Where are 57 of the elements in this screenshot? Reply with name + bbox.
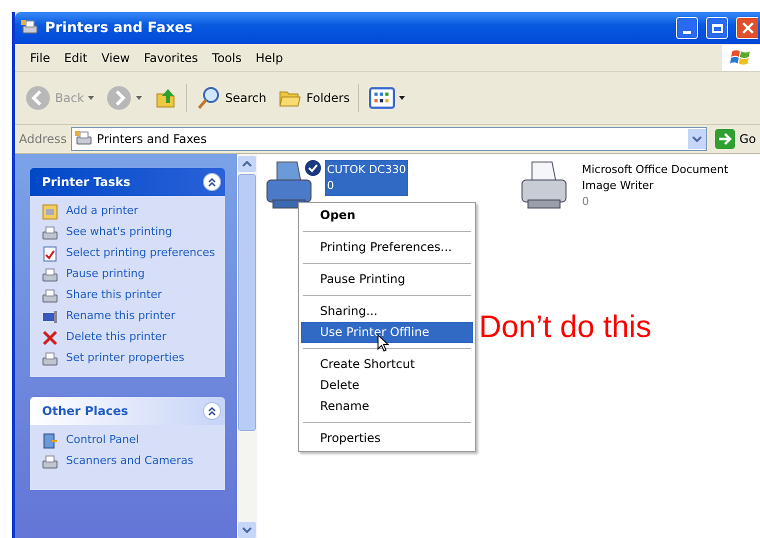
close-button[interactable] bbox=[736, 17, 758, 39]
collapse-icon[interactable] bbox=[207, 177, 217, 187]
scroll-up-icon[interactable] bbox=[242, 161, 252, 167]
folders-button[interactable]: Folders bbox=[274, 84, 359, 112]
flag-logo-icon bbox=[722, 44, 760, 70]
menu-item[interactable]: Favorites bbox=[136, 48, 206, 66]
task-link[interactable]: Scanners and Cameras bbox=[66, 454, 216, 468]
minimize-button[interactable] bbox=[676, 17, 698, 39]
panel-header[interactable]: Other Places bbox=[30, 397, 225, 425]
go-button[interactable]: Go bbox=[711, 129, 760, 149]
annotation-text: Don’t do this bbox=[479, 309, 652, 345]
task-link[interactable]: Delete this printer bbox=[66, 330, 216, 344]
menu-item[interactable]: View bbox=[94, 48, 137, 66]
task-link[interactable]: Select printing preferences bbox=[66, 246, 216, 260]
menu-item[interactable]: Create Shortcut bbox=[301, 354, 473, 375]
maximize-button[interactable] bbox=[706, 17, 728, 39]
menu-item[interactable]: Pause Printing bbox=[301, 269, 473, 290]
menu-item[interactable]: Delete bbox=[301, 375, 473, 396]
task-link[interactable]: Control Panel bbox=[66, 433, 216, 447]
printer-label[interactable]: CUTOK DC330 0 bbox=[325, 160, 408, 196]
pointer-cursor-icon bbox=[377, 334, 389, 352]
task-link[interactable]: Share this printer bbox=[66, 288, 216, 302]
menu-item[interactable]: Sharing... bbox=[301, 301, 473, 322]
printer-icon bbox=[74, 131, 93, 147]
views-icon bbox=[368, 87, 395, 109]
task-link[interactable]: Set printer properties bbox=[66, 351, 216, 365]
printer-icon bbox=[21, 20, 39, 36]
address-label: Address bbox=[19, 132, 67, 146]
menu-item[interactable]: Properties bbox=[301, 428, 473, 449]
task-link[interactable]: Pause printing bbox=[66, 267, 216, 281]
window-title: Printers and Faxes bbox=[45, 20, 193, 36]
task-link[interactable]: Rename this printer bbox=[66, 309, 216, 323]
task-link[interactable]: Add a printer bbox=[66, 204, 216, 218]
control-panel-icon bbox=[42, 433, 58, 449]
menu-item[interactable]: Edit bbox=[57, 48, 94, 66]
menu-item[interactable]: File bbox=[23, 48, 58, 66]
caret-icon bbox=[398, 96, 405, 100]
rename-icon bbox=[42, 309, 58, 325]
caret-icon bbox=[88, 96, 94, 100]
menu-item[interactable]: Rename bbox=[301, 396, 473, 417]
address-field[interactable]: Printers and Faxes bbox=[70, 127, 708, 151]
search-icon bbox=[197, 86, 222, 110]
menu-item[interactable]: Printing Preferences... bbox=[301, 237, 473, 258]
search-button[interactable]: Search bbox=[193, 84, 270, 112]
printer-label[interactable]: Microsoft Office Document Image Writer 0 bbox=[580, 160, 760, 212]
collapse-icon[interactable] bbox=[207, 406, 217, 416]
menu-item[interactable]: Tools bbox=[205, 48, 249, 66]
task-link[interactable]: See what's printing bbox=[66, 225, 216, 239]
caret-icon bbox=[136, 96, 142, 100]
delete-icon bbox=[42, 330, 58, 346]
prefs-icon bbox=[42, 246, 58, 262]
scroll-down-icon[interactable] bbox=[242, 527, 252, 533]
menu-item[interactable]: Help bbox=[248, 48, 290, 66]
panel-header[interactable]: Printer Tasks bbox=[30, 168, 225, 196]
close-icon bbox=[742, 22, 754, 34]
menu-item[interactable]: Open bbox=[301, 205, 473, 226]
scrollbar[interactable] bbox=[237, 154, 257, 538]
